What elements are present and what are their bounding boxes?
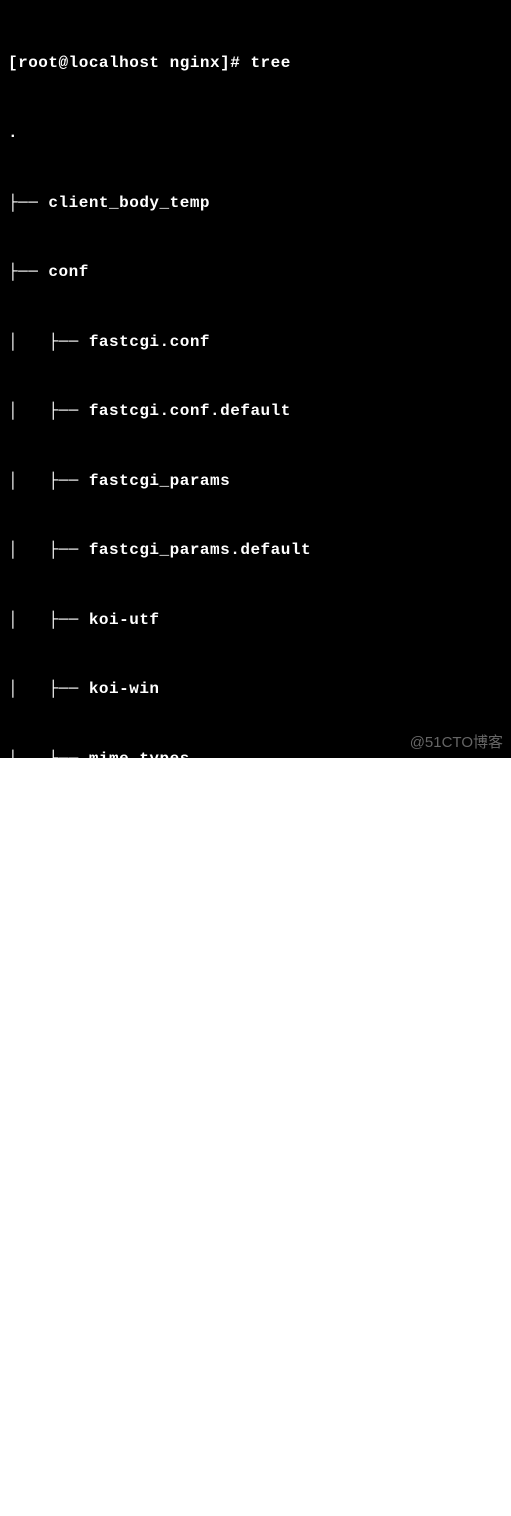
tree-line: ├── conf bbox=[8, 261, 503, 284]
tree-line: ├── client_body_temp bbox=[8, 192, 503, 215]
terminal-window[interactable]: [root@localhost nginx]# tree . ├── clien… bbox=[0, 0, 511, 758]
tree-root-dot: . bbox=[8, 122, 503, 145]
tree-line: │ ├── scgi_params bbox=[8, 1026, 503, 1049]
tree-line: │ ├── fastcgi.conf.default bbox=[8, 400, 503, 423]
tree-line: ├── html bbox=[8, 1444, 503, 1467]
tree-line: │ ├── 50x.html bbox=[8, 1513, 503, 1516]
tree-line: │ ├── fastcgi.conf bbox=[8, 331, 503, 354]
tree-line: │ ├── koi-win bbox=[8, 678, 503, 701]
tree-line: │ ├── nginx.conf.default bbox=[8, 957, 503, 980]
tree-line: │ ├── mime.types.default bbox=[8, 818, 503, 841]
tree-line: │ ├── nginx.conf bbox=[8, 887, 503, 910]
tree-line: │ ├── fastcgi_params.default bbox=[8, 539, 503, 562]
tree-line: │ ├── fastcgi_params bbox=[8, 470, 503, 493]
watermark-text: @51CTO博客 bbox=[410, 731, 503, 752]
tree-line: │ ├── uwsgi_params.default bbox=[8, 1235, 503, 1258]
tree-line: │ ├── scgi_params.default bbox=[8, 1096, 503, 1119]
tree-line: │ └── win-utf bbox=[8, 1305, 503, 1328]
tree-line: ├── fastcgi_temp bbox=[8, 1374, 503, 1397]
tree-line: │ ├── uwsgi_params bbox=[8, 1165, 503, 1188]
shell-prompt-line: [root@localhost nginx]# tree bbox=[8, 52, 503, 75]
tree-line: │ ├── koi-utf bbox=[8, 609, 503, 632]
